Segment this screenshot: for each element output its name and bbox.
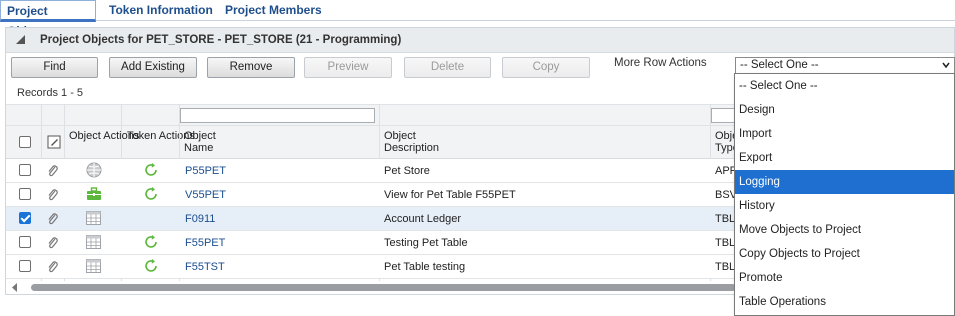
dropdown-option-import[interactable]: Import	[735, 122, 954, 146]
refresh-icon[interactable]	[143, 234, 159, 250]
object-description: Pet Table testing	[384, 261, 466, 273]
project-objects-screen: Project Objects Token Information Projec…	[0, 0, 955, 316]
refresh-icon[interactable]	[143, 258, 159, 274]
object-name-filter-input[interactable]	[180, 108, 375, 123]
row-checkbox[interactable]	[19, 236, 31, 248]
table-icon[interactable]	[86, 259, 101, 273]
dropdown-option-select-one[interactable]: -- Select One --	[735, 74, 954, 98]
select-value: -- Select One --	[740, 59, 819, 71]
delete-button[interactable]: Delete	[404, 57, 491, 78]
table-icon[interactable]	[86, 211, 101, 225]
dropdown-option-export[interactable]: Export	[735, 146, 954, 170]
object-description: Testing Pet Table	[384, 237, 468, 249]
paperclip-icon[interactable]	[46, 164, 60, 178]
table-icon[interactable]	[86, 235, 101, 249]
object-description: Pet Store	[384, 165, 430, 177]
object-name-link[interactable]: F55TST	[185, 261, 225, 273]
find-button[interactable]: Find	[11, 57, 98, 78]
dropdown-option-design[interactable]: Design	[735, 98, 954, 122]
object-name-link[interactable]: V55PET	[185, 189, 226, 201]
scrollbar-thumb[interactable]	[31, 284, 736, 291]
object-name-link[interactable]: F55PET	[185, 237, 225, 249]
records-count: Records 1 - 5	[17, 87, 84, 99]
edit-all-icon[interactable]	[47, 135, 61, 149]
tab-token-information[interactable]: Token Information	[103, 0, 219, 21]
more-row-actions-select[interactable]: -- Select One --	[735, 57, 955, 74]
object-name-link[interactable]: F0911	[185, 213, 215, 225]
header-object-name[interactable]: Object Name	[184, 130, 244, 154]
remove-button[interactable]: Remove	[207, 57, 295, 78]
tab-bar: Project Objects Token Information Projec…	[0, 0, 955, 38]
dropdown-option-move-objects[interactable]: Move Objects to Project	[735, 218, 954, 242]
more-row-actions-dropdown: -- Select One -- Design Import Export Lo…	[734, 73, 955, 316]
tab-project-members[interactable]: Project Members	[219, 0, 328, 21]
globe-icon[interactable]	[86, 162, 102, 178]
paperclip-icon[interactable]	[46, 260, 60, 274]
row-checkbox[interactable]	[19, 260, 31, 272]
panel-title: Project Objects for PET_STORE - PET_STOR…	[40, 34, 402, 46]
object-name-link[interactable]: P55PET	[185, 165, 226, 177]
briefcase-icon[interactable]	[86, 186, 102, 202]
header-object-description[interactable]: Object Description	[384, 130, 464, 154]
chevron-down-icon	[942, 62, 950, 69]
dropdown-option-history[interactable]: History	[735, 194, 954, 218]
paperclip-icon[interactable]	[46, 236, 60, 250]
refresh-icon[interactable]	[143, 162, 159, 178]
paperclip-icon[interactable]	[46, 212, 60, 226]
panel-header: Project Objects for PET_STORE - PET_STOR…	[6, 28, 954, 53]
object-description: Account Ledger	[384, 213, 462, 225]
add-existing-button[interactable]: Add Existing	[109, 57, 197, 78]
object-description: View for Pet Table F55PET	[384, 189, 516, 201]
copy-button[interactable]: Copy	[502, 57, 590, 78]
refresh-icon[interactable]	[143, 186, 159, 202]
preview-button[interactable]: Preview	[304, 57, 392, 78]
dropdown-option-logging[interactable]: Logging	[735, 170, 954, 194]
row-checkbox[interactable]	[19, 212, 31, 224]
tab-project-objects[interactable]: Project Objects	[0, 0, 96, 38]
row-checkbox[interactable]	[19, 164, 31, 176]
select-all-checkbox[interactable]	[19, 136, 31, 148]
row-checkbox[interactable]	[19, 188, 31, 200]
more-row-actions-label: More Row Actions	[614, 57, 707, 69]
dropdown-option-copy-objects[interactable]: Copy Objects to Project	[735, 242, 954, 266]
dropdown-option-table-operations[interactable]: Table Operations	[735, 290, 954, 314]
scroll-left-arrow-icon[interactable]	[12, 283, 17, 292]
collapse-triangle-icon[interactable]	[16, 35, 25, 44]
paperclip-icon[interactable]	[46, 188, 60, 202]
dropdown-option-promote[interactable]: Promote	[735, 266, 954, 290]
